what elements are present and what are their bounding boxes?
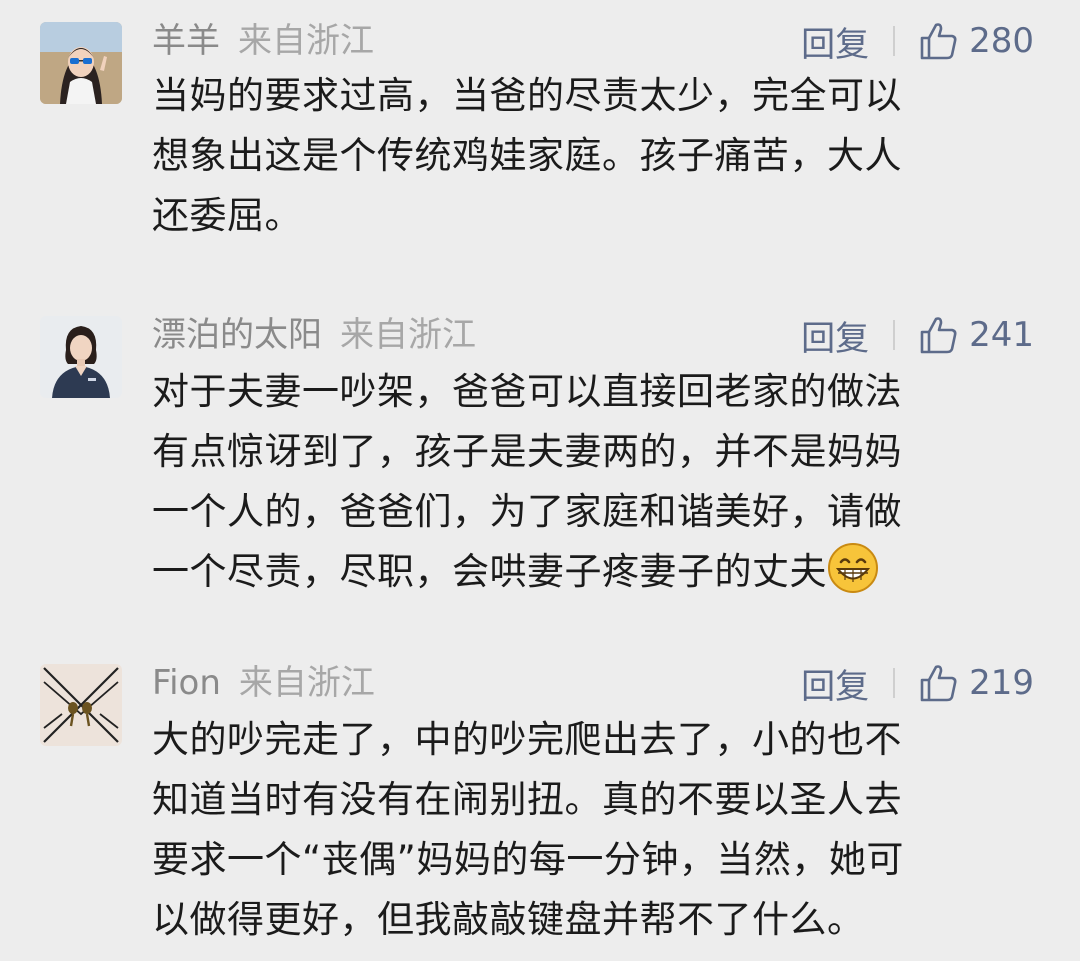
- username[interactable]: 羊羊: [152, 21, 220, 61]
- username[interactable]: Fion: [152, 663, 221, 703]
- avatar[interactable]: [40, 22, 122, 104]
- comment-line: 要求一个“丧偶”妈妈的每一分钟，当然，她可: [152, 838, 904, 881]
- comment-actions: 回复 241: [801, 310, 1034, 360]
- comment-header: 羊羊 来自浙江: [152, 16, 374, 66]
- location-label: 来自浙江: [238, 663, 375, 703]
- username[interactable]: 漂泊的太阳: [152, 315, 322, 355]
- comment-line-with-emoji: 一个尽责，尽职，会哄妻子疼妻子的丈夫: [152, 542, 1032, 602]
- divider: [893, 26, 896, 56]
- comment-line: 对于夫妻一吵架，爸爸可以直接回老家的做法: [152, 370, 902, 413]
- comment-item: Fion 来自浙江 回复 219 大的吵完走了，中的吵完爬出去了，小的也不 知道当…: [0, 644, 1080, 961]
- avatar[interactable]: [40, 664, 122, 746]
- comment-line: 知道当时有没有在闹别扭。真的不要以圣人去: [152, 778, 902, 821]
- comment-line: 还委屈。: [152, 194, 302, 237]
- like-count: 241: [969, 315, 1034, 355]
- like-count: 219: [969, 663, 1034, 703]
- comment-line: 想象出这是个传统鸡娃家庭。孩子痛苦，大人: [152, 134, 902, 177]
- grinning-face-emoji-icon: [828, 543, 878, 593]
- comment-actions: 回复 219: [801, 658, 1034, 708]
- comment-line: 以做得更好，但我敲敲键盘并帮不了什么。: [152, 898, 865, 941]
- divider: [893, 668, 896, 698]
- comment-item: 羊羊 来自浙江 回复 280 当妈的要求过高，当爸的尽责太少，完全可以 想象出这是…: [0, 0, 1080, 250]
- avatar[interactable]: [40, 316, 122, 398]
- comment-line: 一个尽责，尽职，会哄妻子疼妻子的丈夫: [152, 550, 827, 593]
- divider: [893, 320, 896, 350]
- comment-item: 漂泊的太阳 来自浙江 回复 241 对于夫妻一吵架，爸爸可以直接回老家的做法 有点…: [0, 296, 1080, 616]
- comment-actions: 回复 280: [801, 16, 1034, 66]
- location-label: 来自浙江: [238, 21, 374, 61]
- thumbs-up-icon[interactable]: [917, 314, 959, 356]
- reply-button[interactable]: 回复: [801, 311, 869, 360]
- avatar-woman-sunglasses-icon: [40, 22, 122, 104]
- comment-header: Fion 来自浙江: [152, 658, 375, 708]
- reply-button[interactable]: 回复: [801, 17, 869, 66]
- avatar-lines-pattern-icon: [40, 664, 122, 746]
- like-count: 280: [969, 21, 1034, 61]
- comment-header: 漂泊的太阳 来自浙江: [152, 310, 476, 360]
- comment-line: 当妈的要求过高，当爸的尽责太少，完全可以: [152, 74, 902, 117]
- comment-text: 当妈的要求过高，当爸的尽责太少，完全可以 想象出这是个传统鸡娃家庭。孩子痛苦，大…: [152, 66, 1032, 246]
- avatar-woman-scrubs-icon: [40, 316, 122, 398]
- comment-text: 对于夫妻一吵架，爸爸可以直接回老家的做法 有点惊讶到了，孩子是夫妻两的，并不是妈…: [152, 362, 1032, 602]
- comment-line: 一个人的，爸爸们，为了家庭和谐美好，请做: [152, 490, 902, 533]
- comment-text: 大的吵完走了，中的吵完爬出去了，小的也不 知道当时有没有在闹别扭。真的不要以圣人…: [152, 710, 1032, 950]
- thumbs-up-icon[interactable]: [917, 20, 959, 62]
- thumbs-up-icon[interactable]: [917, 662, 959, 704]
- comment-line: 有点惊讶到了，孩子是夫妻两的，并不是妈妈: [152, 430, 902, 473]
- location-label: 来自浙江: [340, 315, 476, 355]
- comment-line: 大的吵完走了，中的吵完爬出去了，小的也不: [152, 718, 902, 761]
- reply-button[interactable]: 回复: [801, 659, 869, 708]
